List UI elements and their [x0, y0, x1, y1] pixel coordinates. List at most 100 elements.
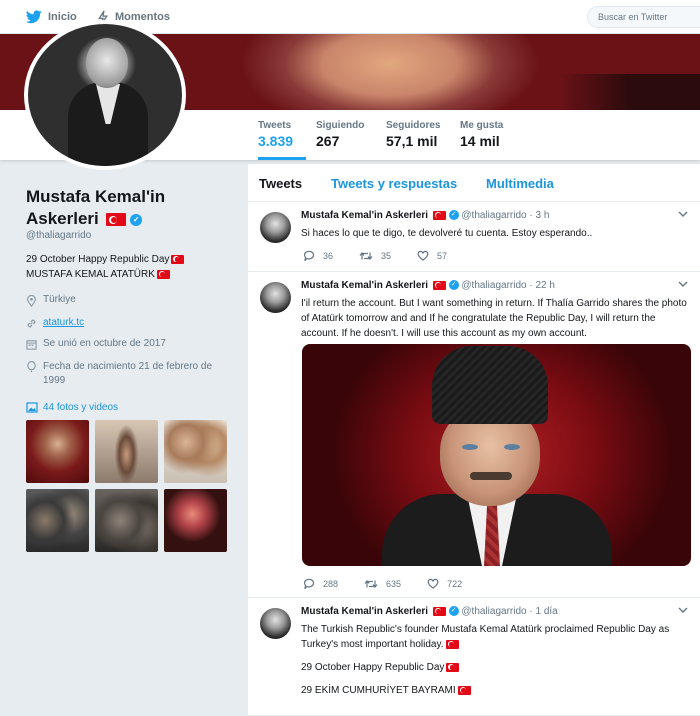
tweet-header: Mustafa Kemal'in Askerleri ✓ @thaliagarr…: [301, 210, 549, 221]
stat-value: 14 mil: [460, 133, 500, 149]
tweet-text-line: 29 EKİM CUMHURİYET BAYRAMI: [301, 685, 456, 696]
profile-url: ataturk.tc: [26, 317, 84, 329]
stat-tweets[interactable]: Tweets 3.839: [258, 110, 306, 160]
photo-icon: [26, 402, 38, 413]
reply-count: 36: [323, 250, 334, 261]
bio-line-1: 29 October Happy Republic Day: [26, 254, 170, 265]
tweet-text: I'il return the account. But I want some…: [301, 298, 687, 339]
stat-label: Tweets: [258, 120, 292, 131]
retweet-icon: [359, 251, 373, 260]
reply-button[interactable]: 36: [303, 250, 333, 261]
search-input[interactable]: Buscar en Twitter: [587, 6, 700, 28]
chevron-down-icon[interactable]: [678, 606, 688, 614]
tweet-timeline: Tweets Tweets y respuestas Multimedia Mu…: [248, 164, 700, 716]
stat-followers[interactable]: Seguidores 57,1 mil: [386, 110, 440, 160]
turkish-flag-icon: [457, 685, 471, 695]
like-icon: [417, 250, 429, 261]
photos-link-label: 44 fotos y videos: [43, 402, 119, 413]
tweet-time[interactable]: · 22 h: [529, 280, 555, 291]
profile-location: Türkiye: [26, 294, 76, 307]
turkish-flag-icon: [432, 606, 446, 616]
tweet-text-line: 29 October Happy Republic Day: [301, 662, 445, 673]
reply-button[interactable]: 288: [303, 578, 338, 589]
like-button[interactable]: 722: [427, 578, 462, 589]
tweet-handle[interactable]: @thaliagarrido: [461, 606, 526, 617]
verified-icon: ✓: [448, 280, 459, 291]
profile-bio: 29 October Happy Republic Day MUSTAFA KE…: [26, 252, 185, 282]
timeline-tabs: Tweets Tweets y respuestas Multimedia: [248, 164, 700, 202]
retweet-button[interactable]: 35: [359, 251, 391, 261]
stat-label: Seguidores: [386, 120, 441, 131]
photo-eye: [462, 444, 478, 450]
media-thumbnail[interactable]: [95, 489, 158, 552]
verified-icon: ✓: [130, 213, 143, 226]
tweet-actions: 288 635 722: [303, 578, 488, 589]
tweet-text: The Turkish Republic's founder Mustafa K…: [301, 622, 691, 706]
tab-tweets[interactable]: Tweets: [259, 176, 302, 191]
media-thumbnail[interactable]: [164, 489, 227, 552]
photo-moustache: [470, 472, 512, 480]
stat-value: 267: [316, 133, 340, 149]
stat-value: 57,1 mil: [386, 133, 438, 149]
photo-eye: [504, 444, 520, 450]
tweet-photo[interactable]: [302, 344, 691, 566]
location-text: Türkiye: [43, 294, 76, 305]
tweet-actions: 36 35 57: [303, 250, 473, 261]
tweet-header: Mustafa Kemal'in Askerleri ✓ @thaliagarr…: [301, 606, 558, 617]
twitter-bird-icon: [26, 10, 42, 24]
turkish-flag-icon: [446, 662, 460, 672]
profile-name[interactable]: Mustafa Kemal'in Askerleri: [26, 187, 165, 228]
turkish-flag-icon: [445, 639, 459, 649]
tweet-handle[interactable]: @thaliagarrido: [461, 280, 526, 291]
media-thumbnail[interactable]: [26, 420, 89, 483]
like-button[interactable]: 57: [417, 250, 447, 261]
profile-avatar[interactable]: [24, 20, 186, 170]
retweet-icon: [364, 579, 378, 588]
tweet[interactable]: Mustafa Kemal'in Askerleri ✓ @thaliagarr…: [248, 272, 700, 598]
stat-likes[interactable]: Me gusta 14 mil: [460, 110, 503, 160]
tweet-text-line: The Turkish Republic's founder Mustafa K…: [301, 624, 670, 650]
chevron-down-icon[interactable]: [678, 280, 688, 288]
stat-following[interactable]: Siguiendo 267: [316, 110, 364, 160]
nav-home-label: Inicio: [48, 11, 77, 23]
retweet-count: 35: [381, 250, 392, 261]
retweet-count: 635: [386, 578, 402, 589]
media-thumbnail[interactable]: [95, 420, 158, 483]
turkish-flag-icon: [432, 280, 446, 290]
tweet-text: Si haces lo que te digo, te devolveré tu…: [301, 228, 593, 239]
verified-icon: ✓: [448, 606, 459, 617]
tweet-avatar[interactable]: [260, 282, 291, 313]
media-thumbnail[interactable]: [164, 420, 227, 483]
turkish-flag-icon: [156, 269, 170, 279]
birth-text: Fecha de nacimiento 21 de febrero de 199…: [43, 361, 212, 386]
media-thumbnail[interactable]: [26, 489, 89, 552]
tweet-author-name[interactable]: Mustafa Kemal'in Askerleri: [301, 210, 428, 221]
tab-tweets-replies[interactable]: Tweets y respuestas: [331, 176, 457, 191]
tweet-time[interactable]: · 3 h: [529, 210, 549, 221]
retweet-button[interactable]: 635: [364, 579, 401, 589]
verified-icon: ✓: [448, 210, 459, 221]
stat-value: 3.839: [258, 133, 294, 149]
chevron-down-icon[interactable]: [678, 210, 688, 218]
tweet-author-name[interactable]: Mustafa Kemal'in Askerleri: [301, 606, 428, 617]
like-count: 57: [437, 250, 448, 261]
turkish-flag-icon: [105, 213, 126, 227]
profile-birthdate: Fecha de nacimiento 21 de febrero de 199…: [26, 360, 236, 388]
tweet-avatar[interactable]: [260, 212, 291, 243]
profile-sidebar: Mustafa Kemal'in Askerleri ✓ @thaliagarr…: [0, 160, 248, 716]
reply-icon: [303, 250, 315, 261]
tweet-avatar[interactable]: [260, 608, 291, 639]
stat-label: Me gusta: [460, 120, 504, 131]
tweet-header: Mustafa Kemal'in Askerleri ✓ @thaliagarr…: [301, 280, 555, 291]
photos-videos-link[interactable]: 44 fotos y videos: [26, 402, 118, 413]
profile-handle[interactable]: @thaliagarrido: [26, 230, 91, 241]
tweet-author-name[interactable]: Mustafa Kemal'in Askerleri: [301, 280, 428, 291]
tweet[interactable]: Mustafa Kemal'in Askerleri ✓ @thaliagarr…: [248, 598, 700, 716]
tab-media[interactable]: Multimedia: [486, 176, 554, 191]
stat-label: Siguiendo: [316, 120, 365, 131]
tweet-handle[interactable]: @thaliagarrido: [461, 210, 526, 221]
joined-text: Se unió en octubre de 2017: [43, 338, 166, 349]
url-link[interactable]: ataturk.tc: [43, 317, 84, 328]
tweet-time[interactable]: · 1 día: [529, 606, 557, 617]
tweet[interactable]: Mustafa Kemal'in Askerleri ✓ @thaliagarr…: [248, 202, 700, 272]
